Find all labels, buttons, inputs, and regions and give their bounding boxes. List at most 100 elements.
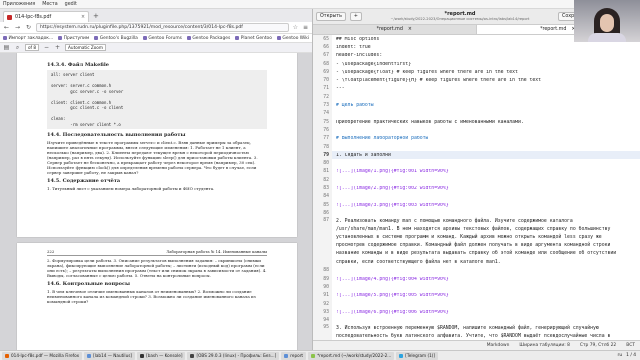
editor-line[interactable]: 94	[313, 316, 640, 325]
editor-line[interactable]: 73 # Цель работы	[313, 101, 640, 110]
workspace-indicator[interactable]: 1 / 4	[626, 353, 636, 358]
text-editor-icon	[311, 353, 316, 358]
section-heading: 14.4. Последовательность выполнения рабо…	[47, 132, 186, 138]
line-number: 66	[313, 43, 332, 52]
open-button[interactable]: Открыть	[316, 12, 346, 21]
taskbar-item[interactable]: 014-lpc-f8s.pdf — Mozilla Firefox	[2, 351, 83, 360]
zoom-select[interactable]: Automatic Zoom	[65, 44, 106, 51]
editor-line[interactable]: 66 indent: true	[313, 43, 640, 52]
firefox-tab-pdf[interactable]: 014-lpc-f8s.pdf ×	[3, 11, 89, 22]
close-tab-icon[interactable]: ×	[81, 15, 85, 20]
page-count-field[interactable]: of 8	[25, 44, 40, 51]
editor-line[interactable]: 85 ![...](image/3.png){#fig:003 width=90%…	[313, 200, 640, 210]
bookmark-item[interactable]: Приступим	[58, 36, 89, 41]
new-tab-button[interactable]: +	[93, 12, 99, 20]
line-text: ![...](image/3.png){#fig:003 width=90%}	[336, 202, 449, 208]
bookmark-star-icon[interactable]: ☆	[293, 24, 298, 31]
editor-line[interactable]: 68 - \usepackage{indentfirst}	[313, 59, 640, 69]
menu-hamburger-icon[interactable]: ≡	[302, 24, 309, 31]
pdf-page: 14.3.4. Файл Makefile all: server client…	[17, 53, 297, 237]
bookmark-item[interactable]: Импорт закладок...	[3, 36, 53, 41]
back-arrow-icon[interactable]: ←	[3, 24, 10, 31]
taskbar-item[interactable]: [OBS 29.0.3 (linux) - Профиль: Без...]	[187, 351, 280, 360]
editor-line[interactable]: 93 ![...](image/6.png){#fig:006 width=90%…	[313, 308, 640, 317]
editor-line[interactable]: 80	[313, 159, 640, 168]
new-document-button[interactable]: +	[349, 12, 362, 21]
editor-line[interactable]: 74	[313, 109, 640, 118]
zoom-in-icon[interactable]: +	[54, 44, 61, 51]
line-number: 90	[313, 283, 332, 292]
editor-line[interactable]: 77 # Выполнение лабораторной работы	[313, 134, 640, 143]
gedit-app-menu[interactable]: gedit	[65, 2, 77, 7]
close-tab-icon[interactable]: ×	[408, 27, 412, 32]
line-text: Приобретение практических навыков работы…	[336, 119, 524, 125]
keyboard-layout[interactable]: ru	[618, 353, 623, 358]
applications-menu[interactable]: Приложения	[3, 2, 35, 7]
bookmark-item[interactable]: Gentoo Forums	[142, 36, 182, 41]
bookmark-icon	[235, 36, 240, 40]
editor-line[interactable]: 75 Приобретение практических навыков рабо…	[313, 117, 640, 127]
editor-line[interactable]: 76	[313, 126, 640, 135]
folder-icon	[284, 353, 289, 358]
obs-icon	[190, 353, 195, 358]
folder-icon	[87, 353, 92, 358]
editor-line[interactable]: 91 ![...](image/5.png){#fig:005 width=90%…	[313, 291, 640, 300]
zoom-out-icon[interactable]: −	[43, 44, 50, 51]
document-tab[interactable]: *report.md ×	[313, 25, 477, 34]
sidebar-toggle-icon[interactable]: ▤	[3, 44, 10, 51]
bookmark-item[interactable]: Planet Gentoo	[235, 36, 272, 41]
taskbar-item[interactable]: [lab14 — Nautilus]	[84, 351, 136, 360]
taskbar-item[interactable]: report	[281, 351, 307, 360]
line-number: 95	[313, 324, 332, 340]
editor-line[interactable]: 83 ![...](image/2.png){#fig:002 width=90%…	[313, 184, 640, 193]
taskbar-item[interactable]: [bash — Konsole]	[137, 351, 186, 360]
search-icon[interactable]: ⌕	[14, 44, 21, 52]
bookmark-item[interactable]: Gentoo Wiki	[276, 36, 309, 41]
editor-line[interactable]: 92	[313, 299, 640, 309]
editor-line[interactable]: 87 2. Реализовать команду man с помощью к…	[313, 217, 640, 267]
line-number: 81	[313, 167, 332, 177]
line-text: ---	[336, 86, 345, 92]
forward-arrow-icon[interactable]: →	[14, 24, 21, 31]
section-text: 1. Титульный лист с указанием номера лаб…	[47, 186, 215, 191]
line-number: 68	[313, 59, 332, 69]
line-number: 76	[313, 126, 332, 135]
editor-line-current[interactable]: 79 1. Сядать и заполни	[313, 151, 640, 160]
taskbar-item[interactable]: *report.md (~/work/study/2022-2...	[308, 351, 395, 360]
editor-line[interactable]: 88	[313, 266, 640, 276]
editor-line[interactable]: 72	[313, 93, 640, 102]
line-number: 89	[313, 275, 332, 284]
editor-line[interactable]: 95 3. Используя встроенную переменную $RA…	[313, 324, 640, 340]
section-text: 1. В чем ключевое отличие именованных ка…	[47, 289, 256, 304]
editor-line[interactable]: 90	[313, 283, 640, 292]
editor-line[interactable]: 81 ![...](image/1.png){#fig:001 width=90%…	[313, 167, 640, 177]
editor-line[interactable]: 82	[313, 176, 640, 185]
editor-line[interactable]: 84	[313, 192, 640, 201]
editor-line[interactable]: 71 ---	[313, 84, 640, 94]
editor-line[interactable]: 67 header-includes:	[313, 51, 640, 60]
line-number: 72	[313, 93, 332, 102]
bookmark-item[interactable]: Gentoo's Bugzilla	[94, 36, 138, 41]
bookmark-item[interactable]: Gentoo Packages	[186, 36, 230, 41]
editor-line[interactable]: 69 - \usepackage{float} # keep figures w…	[313, 68, 640, 77]
taskbar-item[interactable]: [Telegram (1)]	[396, 351, 439, 360]
editor-line[interactable]: 78	[313, 142, 640, 152]
url-text: https://esystem.rudn.ru/pluginfile.php/1…	[40, 25, 243, 30]
language-selector[interactable]: Markdown	[487, 343, 510, 348]
editor-text-area[interactable]: 65 ## Misc options 66 indent: true 67 header-…	[313, 35, 640, 340]
reload-icon[interactable]: ↻	[25, 24, 32, 31]
places-menu[interactable]: Места	[42, 2, 57, 7]
url-bar[interactable]: https://esystem.rudn.ru/pluginfile.php/1…	[36, 23, 289, 32]
line-text: ![...](image/4.png){#fig:004 width=90%}	[336, 276, 449, 282]
line-text: ![...](image/5.png){#fig:005 width=90%}	[336, 293, 449, 299]
line-text: ![...](image/1.png){#fig:001 width=90%}	[336, 169, 449, 175]
pdf-viewer[interactable]: 14.3.4. Файл Makefile all: server client…	[0, 53, 312, 350]
editor-line[interactable]: 70 - \floatplacement{figure}{H} # keep f…	[313, 76, 640, 85]
editor-line[interactable]: 89 ![...](image/4.png){#fig:004 width=90%…	[313, 275, 640, 284]
section-heading: 14.3.4. Файл Makefile	[47, 62, 109, 68]
line-number: 79	[313, 151, 332, 160]
editor-line[interactable]: 86	[313, 209, 640, 218]
line-text: ## Misc options	[336, 36, 380, 42]
line-number: 93	[313, 308, 332, 317]
tab-width-selector[interactable]: Ширина табуляции: 8	[519, 343, 570, 348]
